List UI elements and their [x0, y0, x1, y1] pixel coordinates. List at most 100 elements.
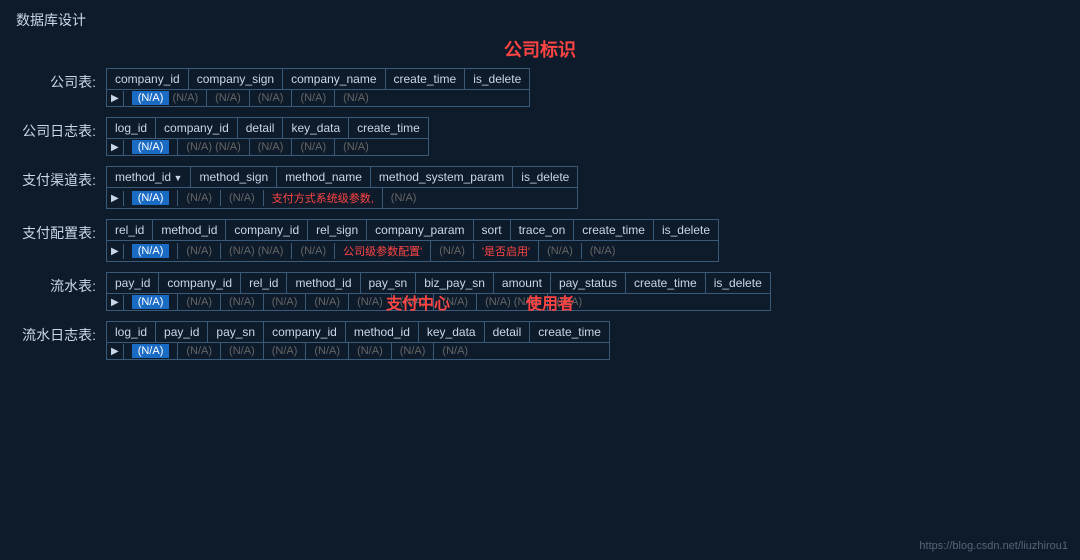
col-company-param: company_param [367, 220, 473, 240]
company-id-cell: (N/A) [178, 294, 221, 310]
col-create-time: create_time [574, 220, 654, 240]
col-company-id: company_id [264, 322, 346, 342]
col-company-name: company_name [283, 69, 385, 89]
method-id-cell: (N/A) [124, 190, 179, 206]
pay-id-cell: (N/A) [124, 294, 179, 310]
is-delete-cell: (N/A) [335, 90, 377, 106]
col-key-data: key_data [283, 118, 349, 138]
payment-config-header: rel_id method_id company_id rel_sign com… [107, 220, 718, 241]
create-time-cell: (N/A) [434, 343, 476, 359]
company-sign-cell: (N/A) [207, 90, 250, 106]
col-method-id: method_id [107, 167, 191, 187]
flow-table-row: 流水表: pay_id company_id rel_id method_id … [16, 272, 1064, 311]
method-id-cell: (N/A) [178, 243, 221, 259]
col-method-id: method_id [287, 273, 360, 293]
company-table-header: company_id company_sign company_name cre… [107, 69, 529, 90]
rel-sign-cell: (N/A) [292, 243, 335, 259]
col-rel-id: rel_id [241, 273, 287, 293]
flow-table-label: 流水表: [16, 272, 106, 296]
col-method-id: method_id [153, 220, 226, 240]
company-log-table: log_id company_id detail key_data create… [106, 117, 429, 156]
col-is-delete: is_delete [654, 220, 718, 240]
row-expand-icon[interactable]: ▶ [107, 91, 124, 106]
company-table-data: ▶ (N/A) (N/A) (N/A) (N/A) (N/A) (N/A) [107, 90, 529, 106]
flow-log-data: ▶ (N/A) (N/A) (N/A) (N/A) (N/A) (N/A) (N… [107, 343, 609, 359]
row-expand-icon[interactable]: ▶ [107, 140, 124, 155]
col-pay-sn: pay_sn [208, 322, 264, 342]
col-company-id: company_id [226, 220, 308, 240]
pay-id-cell: (N/A) [178, 343, 221, 359]
is-delete-cell2: (N/A) [582, 243, 624, 259]
payment-channel-header: method_id method_sign method_name method… [107, 167, 577, 188]
center-label: 公司标识 [0, 36, 1080, 62]
create-time-cell: (N/A) [292, 90, 335, 106]
payment-channel-data: ▶ (N/A) (N/A) (N/A) 支付方式系统级参数, (N/A) [107, 188, 577, 208]
company-id-cell: (N/A) [264, 343, 307, 359]
payment-config-table: rel_id method_id company_id rel_sign com… [106, 219, 719, 262]
col-company-sign: company_sign [189, 69, 283, 89]
company-log-table-row: 公司日志表: log_id company_id detail key_data… [16, 117, 1064, 156]
key-data-cell: (N/A) [292, 139, 335, 155]
is-delete-cell: (N/A) [383, 190, 425, 206]
log-id-cell: (N/A) [124, 139, 179, 155]
payment-config-table-label: 支付配置表: [16, 219, 106, 243]
col-trace-on: trace_on [511, 220, 575, 240]
flow-log-table: log_id pay_id pay_sn company_id method_i… [106, 321, 610, 360]
pay-sn-cell: (N/A) [306, 294, 349, 310]
row-expand-icon[interactable]: ▶ [107, 244, 124, 259]
col-is-delete: is_delete [465, 69, 529, 89]
method-id-cell: (N/A) [264, 294, 307, 310]
company-table-label: 公司表: [16, 68, 106, 92]
col-detail: detail [238, 118, 284, 138]
col-is-delete: is_delete [706, 273, 770, 293]
col-log-id: log_id [107, 118, 156, 138]
payment-channel-table-row: 支付渠道表: method_id method_sign method_name… [16, 166, 1064, 209]
rel-id-cell: (N/A) [124, 243, 179, 259]
col-method-system-param: method_system_param [371, 167, 513, 187]
col-rel-sign: rel_sign [308, 220, 367, 240]
method-system-param-cell: 支付方式系统级参数, [264, 188, 383, 208]
method-id-cell: (N/A) [306, 343, 349, 359]
trace-on-cell: '是否启用' [474, 241, 539, 261]
page-title: 数据库设计 [0, 0, 1080, 36]
col-rel-id: rel_id [107, 220, 153, 240]
company-id-cell: (N/A) (N/A) [178, 139, 249, 155]
col-pay-id: pay_id [156, 322, 208, 342]
col-is-delete: is_delete [513, 167, 577, 187]
pay-center-overlay: 支付中心 [386, 290, 450, 314]
pay-sn-cell: (N/A) [221, 343, 264, 359]
payment-config-table-row: 支付配置表: rel_id method_id company_id rel_s… [16, 219, 1064, 262]
sort-cell: (N/A) [431, 243, 474, 259]
row-expand-icon[interactable]: ▶ [107, 295, 124, 310]
col-create-time: create_time [530, 322, 609, 342]
company-log-table-header: log_id company_id detail key_data create… [107, 118, 428, 139]
create-time-cell: (N/A) [335, 139, 377, 155]
col-create-time: create_time [626, 273, 706, 293]
company-id-cell: (N/A) (N/A) [124, 90, 207, 106]
rel-id-cell: (N/A) [221, 294, 264, 310]
company-id-cell: (N/A) (N/A) [221, 243, 292, 259]
payment-channel-table: method_id method_sign method_name method… [106, 166, 578, 209]
col-create-time: create_time [386, 69, 466, 89]
col-sort: sort [474, 220, 511, 240]
user-overlay: 使用者 [526, 290, 574, 314]
flow-log-table-row: 流水日志表: log_id pay_id pay_sn company_id m… [16, 321, 1064, 360]
log-id-cell: (N/A) [124, 343, 179, 359]
col-key-data: key_data [419, 322, 485, 342]
col-company-id: company_id [159, 273, 241, 293]
method-name-cell: (N/A) [221, 190, 264, 206]
payment-channel-table-label: 支付渠道表: [16, 166, 106, 190]
footer-url: https://blog.csdn.net/liuzhirou1 [919, 540, 1068, 552]
company-param-cell: 公司级参数配置' [335, 241, 431, 261]
flow-log-table-header: log_id pay_id pay_sn company_id method_i… [107, 322, 609, 343]
company-name-cell: (N/A) [250, 90, 293, 106]
col-log-id: log_id [107, 322, 156, 342]
flow-log-table-label: 流水日志表: [16, 321, 106, 345]
row-expand-icon[interactable]: ▶ [107, 191, 124, 206]
col-pay-id: pay_id [107, 273, 159, 293]
company-log-data: ▶ (N/A) (N/A) (N/A) (N/A) (N/A) (N/A) [107, 139, 428, 155]
row-expand-icon[interactable]: ▶ [107, 344, 124, 359]
method-sign-cell: (N/A) [178, 190, 221, 206]
company-log-table-label: 公司日志表: [16, 117, 106, 141]
company-table: company_id company_sign company_name cre… [106, 68, 530, 107]
